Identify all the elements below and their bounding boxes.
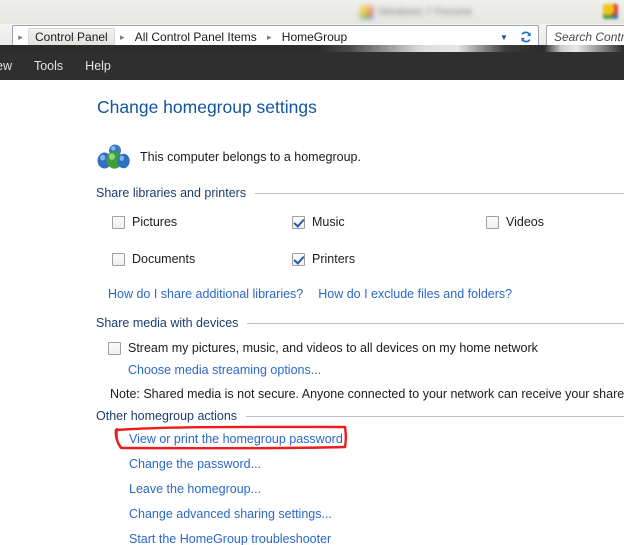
link-change-the-password[interactable]: Change the password... <box>129 457 261 471</box>
checkbox-music[interactable]: Music <box>292 215 345 229</box>
window-shadow-band-highlight-2 <box>544 45 624 52</box>
breadcrumb-item-homegroup[interactable]: HomeGroup <box>277 27 352 47</box>
homegroup-status: This computer belongs to a homegroup. <box>96 142 361 172</box>
checkbox-label-printers: Printers <box>312 252 356 266</box>
browser-tab-strip: Windows 7 Forums <box>0 0 624 24</box>
chevron-right-icon: ▸ <box>18 31 23 42</box>
checkbox-box-pictures[interactable] <box>112 215 125 229</box>
link-change-advanced-sharing-settings[interactable]: Change advanced sharing settings... <box>129 507 332 521</box>
link-share-additional-libraries[interactable]: How do I share additional libraries? <box>108 287 303 301</box>
favicon-icon <box>360 5 373 19</box>
homegroup-icon <box>96 142 130 172</box>
link-choose-media-streaming-options[interactable]: Choose media streaming options... <box>128 363 321 377</box>
link-leave-the-homegroup[interactable]: Leave the homegroup... <box>129 482 261 496</box>
library-checkbox-grid: Pictures Music Videos Documents Printers <box>96 215 624 285</box>
search-placeholder: Search Contr <box>554 30 624 44</box>
browser-tab-title: Windows 7 Forums <box>378 6 473 18</box>
chevron-down-icon[interactable]: ▼ <box>494 33 514 42</box>
section-divider <box>247 322 624 324</box>
checkbox-box-documents[interactable] <box>112 252 125 266</box>
checkbox-box-videos[interactable] <box>486 215 499 229</box>
checkbox-label-documents: Documents <box>132 252 196 266</box>
breadcrumb-item-control-panel[interactable]: Control Panel <box>28 28 115 46</box>
chevron-right-icon[interactable]: ▸ <box>262 32 277 42</box>
checkbox-videos[interactable]: Videos <box>486 215 544 229</box>
checkbox-box-stream-media[interactable] <box>108 341 121 355</box>
checkbox-label-music: Music <box>312 215 345 229</box>
browser-tab[interactable]: Windows 7 Forums <box>360 3 560 21</box>
link-start-homegroup-troubleshooter[interactable]: Start the HomeGroup troubleshooter <box>129 532 331 545</box>
checkbox-label-videos: Videos <box>506 215 544 229</box>
menu-item-tools[interactable]: Tools <box>23 59 74 73</box>
window-shadow-band-highlight <box>318 45 542 52</box>
section-header: Share libraries and printers <box>96 185 624 201</box>
link-exclude-files-and-folders[interactable]: How do I exclude files and folders? <box>318 287 512 301</box>
content-pane: Change homegroup settings This computer … <box>0 80 624 545</box>
section-heading-libraries: Share libraries and printers <box>96 186 247 200</box>
menu-item-help[interactable]: Help <box>74 59 122 73</box>
checkbox-stream-media[interactable]: Stream my pictures, music, and videos to… <box>108 341 538 355</box>
section-header: Other homegroup actions <box>96 408 624 424</box>
screenshot-root: Windows 7 Forums ▸ Control Panel ▸ All C… <box>0 0 624 545</box>
chevron-right-icon[interactable]: ▸ <box>115 32 130 42</box>
section-other-actions: Other homegroup actions View or print th… <box>96 408 624 545</box>
checkbox-printers[interactable]: Printers <box>292 252 355 266</box>
checkbox-pictures[interactable]: Pictures <box>112 215 177 229</box>
section-share-libraries: Share libraries and printers Pictures Mu… <box>96 185 624 301</box>
section-share-media: Share media with devices Stream my pictu… <box>96 315 624 401</box>
section-divider <box>255 192 624 194</box>
page-title: Change homegroup settings <box>97 97 317 117</box>
browser-favicon-icon <box>603 4 618 19</box>
checkbox-label-stream-media: Stream my pictures, music, and videos to… <box>128 341 538 355</box>
checkbox-label-pictures: Pictures <box>132 215 178 229</box>
link-view-or-print-password[interactable]: View or print the homegroup password <box>129 432 343 446</box>
breadcrumb-item-all-control-panel-items[interactable]: All Control Panel Items <box>130 27 262 47</box>
menu-item-view[interactable]: ew <box>0 59 23 73</box>
library-help-links: How do I share additional libraries? How… <box>108 287 512 301</box>
homegroup-status-text: This computer belongs to a homegroup. <box>140 150 361 164</box>
checkbox-box-music[interactable] <box>292 215 305 229</box>
media-security-note: Note: Shared media is not secure. Anyone… <box>110 387 624 401</box>
section-divider <box>246 415 624 417</box>
section-heading-media: Share media with devices <box>96 316 239 330</box>
refresh-icon[interactable] <box>514 30 538 44</box>
menu-bar: ew Tools Help <box>0 52 624 80</box>
checkbox-documents[interactable]: Documents <box>112 252 195 266</box>
section-heading-other: Other homegroup actions <box>96 409 238 423</box>
section-header: Share media with devices <box>96 315 624 331</box>
checkbox-box-printers[interactable] <box>292 252 305 266</box>
